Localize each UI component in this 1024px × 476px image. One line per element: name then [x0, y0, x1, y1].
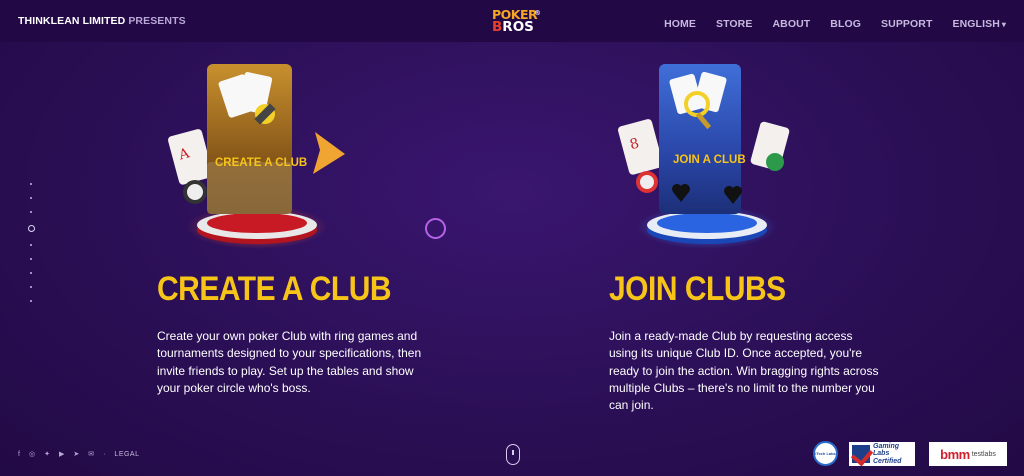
create-club-title: CREATE A CLUB — [157, 270, 392, 308]
nav-blog[interactable]: BLOG — [830, 18, 861, 30]
create-card-label: CREATE A CLUB — [215, 157, 307, 169]
legal-link[interactable]: LEGAL — [114, 451, 139, 458]
footer-social-bar: f ◎ ✦ ▶ ➤ ✉ · LEGAL — [18, 450, 140, 459]
nav-language[interactable]: ENGLISH ▾ — [953, 18, 1007, 30]
chevron-down-icon: ▾ — [1001, 20, 1006, 29]
pagination-dot[interactable] — [30, 211, 32, 213]
pokerbros-logo[interactable]: POKER BROS ® — [492, 8, 542, 38]
separator: · — [103, 450, 106, 458]
join-card-label: JOIN A CLUB — [673, 154, 746, 166]
mail-icon[interactable]: ✉ — [88, 450, 94, 458]
logo-bros: BROS — [492, 19, 534, 35]
nav-store[interactable]: STORE — [716, 18, 752, 30]
pagination-dot[interactable] — [30, 300, 32, 302]
create-club-illustration: A CREATE A CLUB — [168, 64, 345, 249]
scroll-mouse-icon[interactable] — [506, 444, 520, 465]
telegram-icon[interactable]: ➤ — [73, 450, 79, 458]
nav-support[interactable]: SUPPORT — [881, 18, 932, 30]
pagination-dot[interactable] — [30, 244, 32, 246]
youtube-icon[interactable]: ▶ — [59, 450, 64, 458]
bmm-logo-text: bmm — [940, 446, 970, 462]
gli-text: Gaming Labs Certified — [873, 442, 902, 465]
join-clubs-description: Join a ready-made Club by requesting acc… — [609, 329, 879, 413]
section-pagination — [27, 183, 35, 314]
cursor-ring — [425, 218, 446, 239]
instagram-icon[interactable]: ◎ — [29, 450, 35, 458]
pagination-dot[interactable] — [30, 197, 32, 199]
main-nav: HOME STORE ABOUT BLOG SUPPORT ENGLISH ▾ — [644, 18, 1006, 30]
pagination-dot[interactable] — [30, 272, 32, 274]
gli-certified-badge[interactable]: Gaming Labs Certified — [849, 442, 915, 466]
nav-about[interactable]: ABOUT — [772, 18, 810, 30]
top-header: THINKLEAN LIMITED PRESENTS POKER BROS ® … — [0, 0, 1024, 42]
pagination-dot[interactable] — [30, 183, 32, 185]
presenter-brand: THINKLEAN LIMITED — [18, 15, 126, 27]
facebook-icon[interactable]: f — [18, 451, 20, 458]
gli-check-icon — [852, 445, 870, 463]
pagination-dot[interactable] — [30, 286, 32, 288]
language-label: ENGLISH — [952, 18, 1000, 30]
join-club-illustration: 8 JOIN A CLUB — [618, 64, 790, 249]
presenter-suffix: PRESENTS — [128, 15, 186, 27]
create-club-description: Create your own poker Club with ring gam… — [157, 329, 422, 395]
presenter-text: THINKLEAN LIMITED PRESENTS — [18, 15, 186, 27]
nav-home[interactable]: HOME — [664, 18, 696, 30]
pagination-dot-active[interactable] — [27, 225, 35, 232]
registered-mark: ® — [534, 9, 541, 17]
bmm-sub-text: testlabs — [971, 450, 996, 458]
bmm-testlabs-badge[interactable]: bmm testlabs — [929, 442, 1007, 466]
pagination-dot[interactable] — [30, 258, 32, 260]
join-clubs-title: JOIN CLUBS — [609, 270, 786, 308]
itech-label: iTech Labs — [815, 451, 836, 456]
twitter-icon[interactable]: ✦ — [44, 450, 50, 458]
itech-labs-badge[interactable]: iTech Labs — [813, 441, 838, 466]
